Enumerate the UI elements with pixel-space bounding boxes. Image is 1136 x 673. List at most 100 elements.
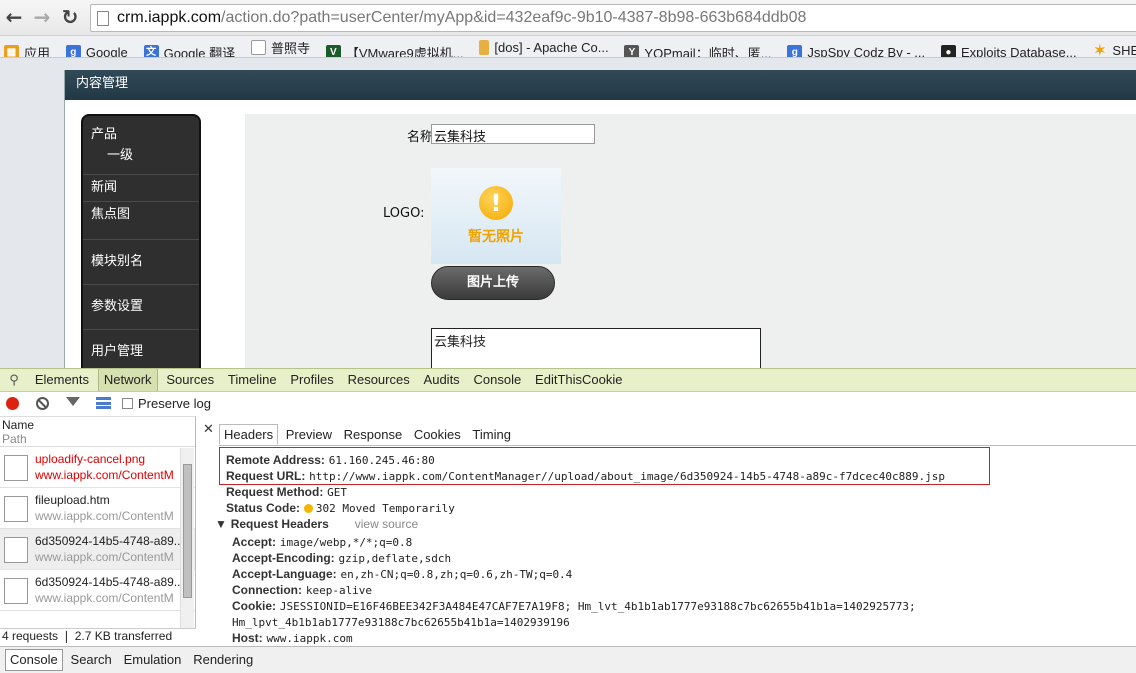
bookmark-item[interactable]: 普照寺 — [250, 36, 310, 57]
accept-row: Accept: image/webp,*/*;q=0.8 — [232, 535, 413, 549]
bookmark-item[interactable]: [dos] - Apache Co... — [479, 36, 609, 57]
request-row[interactable]: uploadify-cancel.png www.iappk.com/Conte… — [0, 447, 195, 488]
request-row[interactable]: 6d350924-14b5-4748-a89... www.iappk.com/… — [0, 529, 195, 570]
clear-icon[interactable] — [36, 397, 49, 410]
filter-icon[interactable] — [66, 397, 80, 406]
connection-row: Connection: keep-alive — [232, 583, 373, 597]
devtools-drawer: Console Search Emulation Rendering — [0, 646, 1136, 673]
drawer-tab-rendering[interactable]: Rendering — [189, 650, 257, 672]
network-summary: 4 requests ❘ 2.7 KB transferred — [0, 628, 196, 644]
tab-headers[interactable]: Headers — [219, 424, 279, 445]
translate-icon: 文 — [143, 44, 159, 57]
address-bar[interactable]: crm.iappk.com/action.do?path=userCenter/… — [90, 4, 1136, 32]
bookmark-item[interactable]: ● Exploits Database... — [940, 41, 1077, 57]
yopmail-icon: Y — [624, 44, 640, 57]
tab-network[interactable]: Network — [97, 369, 158, 391]
request-method-row: Request Method: GET — [226, 485, 348, 499]
bookmark-icon — [479, 39, 490, 55]
request-row[interactable]: 6d350924-14b5-4748-a89... www.iappk.com/… — [0, 570, 195, 611]
tab-console[interactable]: Console — [469, 369, 527, 391]
tab-cookies[interactable]: Cookies — [410, 425, 465, 446]
request-path: www.iappk.com/ContentM — [35, 550, 174, 564]
cookie-continuation: Hm_lpvt_4b1b1ab1777e93188c7bc62655b41b1a… — [232, 616, 570, 629]
menu-item-parameter-settings[interactable]: 参数设置 — [83, 285, 199, 330]
tab-audits[interactable]: Audits — [419, 369, 465, 391]
preserve-log-toggle[interactable]: Preserve log — [122, 396, 211, 411]
scrollbar-thumb[interactable] — [183, 464, 192, 598]
warning-icon: ! — [479, 186, 513, 220]
document-file-icon — [4, 537, 28, 563]
tab-preview[interactable]: Preview — [282, 425, 336, 446]
request-name: uploadify-cancel.png — [35, 452, 146, 466]
tab-resources[interactable]: Resources — [343, 369, 415, 391]
status-dot-icon — [303, 504, 313, 513]
request-name: 6d350924-14b5-4748-a89... — [35, 575, 184, 589]
view-source-link[interactable]: view source — [355, 517, 418, 531]
list-view-icon[interactable] — [96, 397, 111, 409]
drawer-tab-console[interactable]: Console — [5, 649, 63, 671]
preserve-log-checkbox[interactable] — [122, 398, 133, 409]
drawer-tab-emulation[interactable]: Emulation — [120, 650, 186, 672]
request-name: fileupload.htm — [35, 493, 110, 507]
apps-grid-icon: ▦ — [4, 44, 19, 57]
tab-profiles[interactable]: Profiles — [285, 369, 338, 391]
path-column-header: Path — [2, 432, 27, 446]
record-icon[interactable] — [6, 397, 19, 410]
side-menu: 产品 一级 新闻 焦点图 模块别名 参数设置 用户管理 — [81, 114, 201, 368]
upload-image-button[interactable]: 图片上传 — [431, 266, 555, 300]
preserve-log-label: Preserve log — [138, 396, 211, 411]
back-button[interactable]: ← — [2, 6, 26, 30]
menu-item-product[interactable]: 产品 — [83, 116, 199, 144]
accept-language-row: Accept-Language: en,zh-CN;q=0.8,zh;q=0.6… — [232, 567, 573, 581]
request-name: 6d350924-14b5-4748-a89... — [35, 534, 184, 548]
status-code-row: Status Code: 302 Moved Temporarily — [226, 501, 455, 515]
bookmark-item[interactable]: 文 Google 翻译 — [143, 41, 235, 57]
logo-placeholder: ! 暂无照片 — [431, 168, 561, 264]
google-icon: g — [65, 44, 81, 57]
forward-button[interactable]: → — [30, 6, 54, 30]
tab-editthiscookie[interactable]: EditThisCookie — [530, 369, 627, 391]
bookmarks-bar: ▦ 应用 g Google 文 Google 翻译 普照寺 V 【VMware9虚拟机.… — [0, 36, 1136, 58]
list-scrollbar[interactable] — [180, 448, 194, 628]
name-input[interactable]: 云集科技 — [431, 124, 595, 145]
request-row[interactable]: fileupload.htm www.iappk.com/ContentM — [0, 488, 195, 529]
list-header[interactable]: Name Path — [0, 417, 195, 447]
bookmark-item[interactable]: ✶SHENTOU — [1092, 39, 1136, 58]
bookmark-item[interactable]: g Google — [65, 41, 128, 57]
close-icon[interactable]: ✕ — [203, 422, 214, 437]
drawer-tab-search[interactable]: Search — [67, 650, 116, 672]
bookmark-item[interactable]: V 【VMware9虚拟机... — [325, 41, 464, 57]
request-list: Name Path uploadify-cancel.png www.iappk… — [0, 416, 196, 628]
name-label: 名称 — [407, 130, 434, 145]
reload-button[interactable]: ↻ — [58, 6, 82, 30]
tab-timing[interactable]: Timing — [468, 425, 515, 446]
panel-title: 内容管理 — [65, 70, 1136, 100]
accept-encoding-row: Accept-Encoding: gzip,deflate,sdch — [232, 551, 452, 565]
menu-item-focus-image[interactable]: 焦点图 — [83, 202, 199, 240]
image-file-icon — [4, 455, 28, 481]
content-panel: 内容管理 产品 一级 新闻 焦点图 模块别名 参数设置 用户管理 名称 云集科技… — [64, 70, 1136, 368]
request-headers-section[interactable]: ▼ Request Headers view source — [215, 517, 418, 531]
search-icon[interactable]: ⚲ — [4, 370, 24, 392]
star-icon: ✶ — [1094, 41, 1106, 58]
name-column-header[interactable]: Name — [2, 418, 195, 432]
google-icon: g — [787, 44, 803, 57]
tab-response[interactable]: Response — [340, 425, 407, 446]
tab-sources[interactable]: Sources — [161, 369, 219, 391]
host-row: Host: www.iappk.com — [232, 631, 353, 644]
menu-item-user-management[interactable]: 用户管理 — [83, 330, 199, 368]
menu-item-news[interactable]: 新闻 — [83, 175, 199, 202]
edit-form: 名称 云集科技 LOGO: ! 暂无照片 图片上传 云集科技 — [245, 114, 1136, 368]
description-textarea[interactable]: 云集科技 — [431, 328, 761, 368]
menu-item-level1[interactable]: 一级 — [83, 144, 199, 175]
bookmark-item[interactable]: ▦ 应用 — [4, 41, 50, 57]
bookmark-item[interactable]: g JspSpy Codz By - ... — [787, 41, 925, 57]
tab-timeline[interactable]: Timeline — [223, 369, 282, 391]
request-path: www.iappk.com/ContentM — [35, 468, 174, 482]
bookmark-item[interactable]: Y YOPmail：临时、匿... — [624, 41, 772, 57]
tab-elements[interactable]: Elements — [30, 369, 94, 391]
vmware-icon: V — [325, 44, 341, 57]
expand-triangle-icon: ▼ — [215, 517, 227, 531]
network-toolbar: Preserve log — [0, 392, 1136, 416]
menu-item-module-alias[interactable]: 模块别名 — [83, 240, 199, 285]
